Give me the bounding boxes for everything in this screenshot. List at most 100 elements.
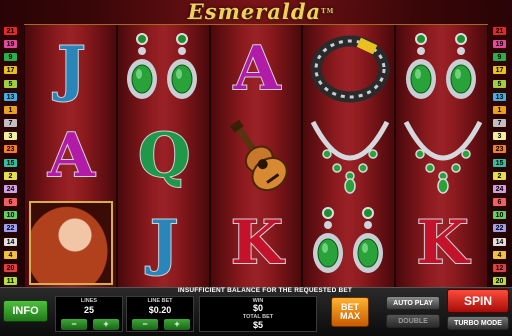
symbol-letter-a: A: [211, 25, 304, 112]
symbol-letter-text: A: [47, 120, 96, 191]
payline-indicator[interactable]: 17: [492, 65, 507, 76]
payline-indicator[interactable]: 17: [3, 65, 18, 76]
symbol-earrings: [303, 200, 396, 287]
payline-indicator[interactable]: 15: [492, 157, 507, 168]
necklace-icon: [400, 116, 486, 196]
win-value: $0: [252, 303, 263, 313]
symbol-earrings: [396, 25, 489, 112]
payline-indicator[interactable]: 19: [3, 39, 18, 50]
symbol-necklace: [303, 112, 396, 199]
payline-indicator[interactable]: 4: [492, 249, 507, 260]
reel-3: AK: [209, 25, 304, 287]
linebet-panel: LINE BET $0.20 − +: [126, 296, 194, 332]
win-panel: WIN $0 TOTAL BET $5: [199, 296, 317, 332]
payline-indicator[interactable]: 2: [3, 170, 18, 181]
payline-indicator[interactable]: 9: [3, 52, 18, 63]
symbol-earrings: [118, 25, 211, 112]
payline-indicator[interactable]: 10: [3, 210, 18, 221]
payline-indicators-right: 21 19 9 17 5 13 1 7 3 23 15 2 24 6 10 22 14 4 12 20: [492, 26, 509, 286]
payline-indicator[interactable]: 6: [492, 197, 507, 208]
payline-indicator[interactable]: 6: [3, 197, 18, 208]
payline-indicator[interactable]: 23: [492, 144, 507, 155]
symbol-letter-k: K: [396, 200, 489, 287]
payline-indicator[interactable]: 7: [3, 118, 18, 129]
payline-indicator[interactable]: 1: [492, 104, 507, 115]
lines-increase-button[interactable]: +: [93, 319, 119, 330]
necklace-icon: [307, 116, 393, 196]
payline-indicator[interactable]: 9: [492, 52, 507, 63]
payline-indicator[interactable]: 1: [3, 104, 18, 115]
reel-4: [302, 25, 396, 287]
payline-indicator[interactable]: 20: [492, 275, 507, 286]
symbol-letter-text: A: [233, 33, 282, 104]
payline-indicator[interactable]: 21: [492, 26, 507, 36]
symbol-letter-text: Q: [137, 120, 191, 191]
payline-indicator[interactable]: 12: [492, 262, 507, 273]
payline-indicators-left: 21 19 9 17 5 13 1 7 3 23 15 2 24 6 10 22 14 4 20 11: [3, 26, 20, 286]
bet-max-line2: MAX: [340, 311, 360, 321]
symbol-letter-text: K: [230, 208, 284, 279]
payline-indicator[interactable]: 22: [492, 223, 507, 234]
double-button[interactable]: DOUBLE: [386, 314, 440, 328]
symbol-letter-text: K: [415, 208, 469, 279]
linebet-decrease-button[interactable]: −: [132, 319, 158, 330]
symbol-letter-j: J: [118, 200, 211, 287]
auto-play-button[interactable]: AUTO PLAY: [386, 296, 440, 310]
esmeralda-portrait-icon: [29, 201, 114, 286]
payline-indicator[interactable]: 24: [3, 183, 18, 194]
reel-1: JA: [24, 25, 117, 287]
payline-indicator[interactable]: 7: [492, 118, 507, 129]
symbol-guitar: [211, 112, 304, 199]
lines-label: LINES: [80, 298, 98, 304]
symbol-letter-text: J: [149, 208, 179, 279]
trademark: TM: [321, 8, 335, 15]
reel-area: JAQJAKK: [24, 24, 488, 287]
symbol-portrait: [25, 200, 118, 287]
payline-indicator[interactable]: 19: [492, 39, 507, 50]
payline-indicator[interactable]: 13: [492, 91, 507, 102]
payline-indicator[interactable]: 23: [3, 144, 18, 155]
payline-indicator[interactable]: 14: [492, 236, 507, 247]
payline-indicator[interactable]: 22: [3, 223, 18, 234]
earrings-icon: [124, 29, 204, 109]
symbol-letter-a: A: [25, 112, 118, 199]
linebet-increase-button[interactable]: +: [164, 319, 190, 330]
spin-button[interactable]: SPIN: [447, 289, 509, 313]
linebet-value: $0.20: [148, 305, 172, 315]
payline-indicator[interactable]: 20: [3, 262, 18, 273]
lines-value: 25: [83, 305, 94, 315]
lines-decrease-button[interactable]: −: [61, 319, 87, 330]
payline-indicator[interactable]: 14: [3, 236, 18, 247]
symbol-letter-q: Q: [118, 112, 211, 199]
symbol-letter-k: K: [211, 200, 304, 287]
symbol-necklace: [396, 112, 489, 199]
symbol-bracelet: [303, 25, 396, 112]
payline-indicator[interactable]: 10: [492, 210, 507, 221]
payline-indicator[interactable]: 21: [3, 26, 18, 36]
payline-indicator[interactable]: 3: [492, 131, 507, 142]
lines-panel: LINES 25 − +: [55, 296, 123, 332]
bracelet-icon: [308, 29, 392, 109]
turbo-mode-button[interactable]: TURBO MODE: [447, 316, 509, 330]
symbol-letter-text: J: [56, 33, 86, 104]
payline-indicator[interactable]: 11: [3, 275, 18, 286]
bet-max-button[interactable]: BET MAX: [331, 297, 369, 327]
payline-indicator[interactable]: 15: [3, 157, 18, 168]
game-logo: EsmeraldaTM: [176, 0, 346, 24]
payline-indicator[interactable]: 24: [492, 183, 507, 194]
game-title: Esmeralda: [187, 0, 322, 24]
payline-indicator[interactable]: 2: [492, 170, 507, 181]
payline-indicator[interactable]: 5: [3, 78, 18, 89]
symbol-letter-j: J: [25, 25, 118, 112]
payline-indicator[interactable]: 13: [3, 91, 18, 102]
reel-2: QJ: [116, 25, 211, 287]
reel-5: K: [395, 25, 488, 287]
earrings-icon: [403, 29, 483, 109]
earrings-icon: [310, 203, 390, 283]
payline-indicator[interactable]: 4: [3, 249, 18, 260]
linebet-label: LINE BET: [147, 298, 173, 304]
payline-indicator[interactable]: 5: [492, 78, 507, 89]
payline-indicator[interactable]: 3: [3, 131, 18, 142]
total-bet-value: $5: [252, 320, 263, 330]
info-button[interactable]: INFO: [3, 300, 48, 322]
